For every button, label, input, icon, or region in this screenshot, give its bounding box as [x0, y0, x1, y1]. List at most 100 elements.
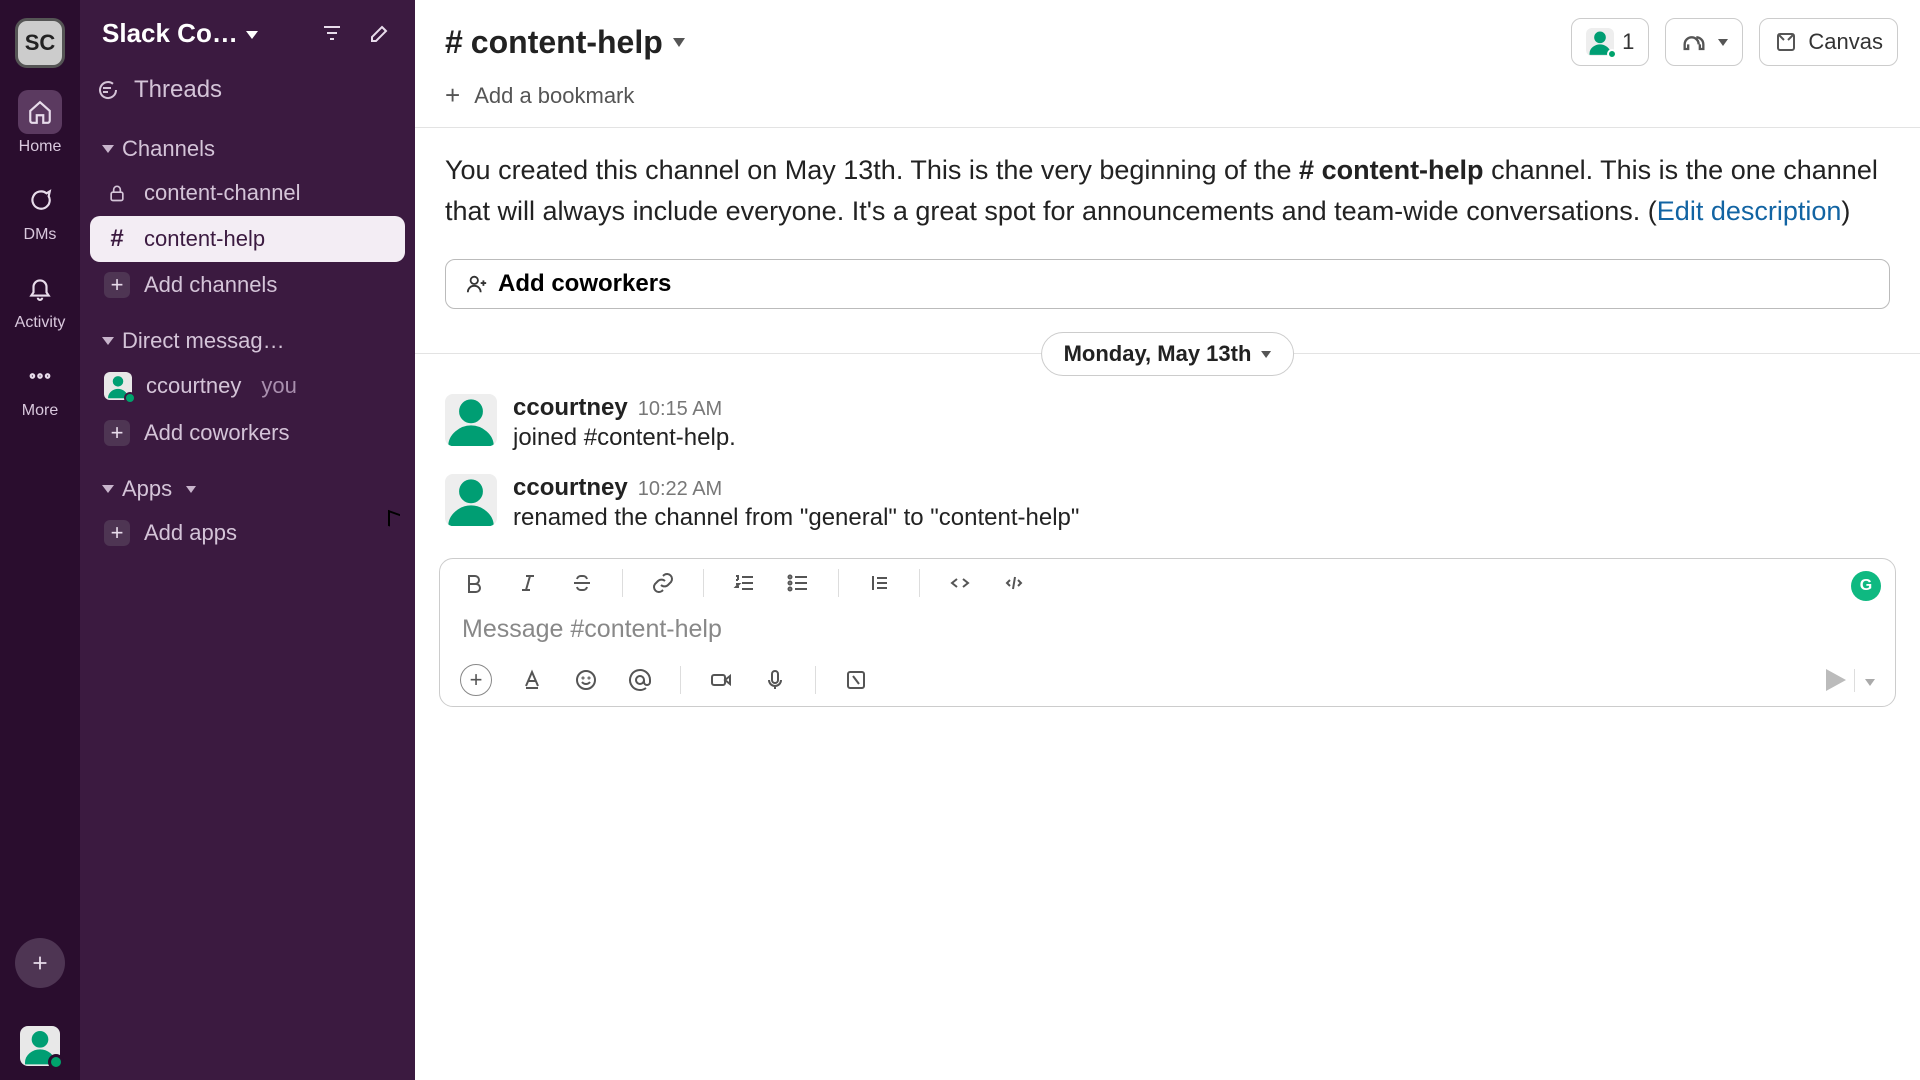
dm-you-label: you	[261, 373, 296, 399]
bullet-list-button[interactable]	[784, 569, 812, 597]
add-channels-label: Add channels	[144, 272, 277, 298]
channel-title[interactable]: #content-help	[445, 24, 685, 61]
dm-avatar	[104, 372, 132, 400]
avatar[interactable]	[445, 474, 497, 526]
plus-icon: +	[104, 520, 130, 546]
filter-button[interactable]	[313, 14, 351, 52]
message-row: ccourtney 10:22 AM renamed the channel fr…	[415, 468, 1920, 548]
grammarly-icon[interactable]: G	[1851, 571, 1881, 601]
main-panel: #content-help 1 Canvas + Add a bookmark Y…	[415, 0, 1920, 1080]
message-time: 10:22 AM	[638, 478, 723, 500]
dms-section-header[interactable]: Direct messag…	[90, 320, 405, 362]
send-button[interactable]	[1826, 669, 1875, 692]
hash-icon: #	[104, 226, 130, 252]
caret-down-icon	[102, 145, 114, 153]
channel-label: content-channel	[144, 180, 301, 206]
presence-indicator	[48, 1054, 64, 1070]
workspace-badge[interactable]: SC	[15, 18, 65, 68]
channels-section-label: Channels	[122, 136, 215, 162]
dm-ccourtney[interactable]: ccourtney you	[90, 362, 405, 410]
message-text: joined #content-help.	[513, 424, 736, 452]
apps-section-header[interactable]: Apps	[90, 468, 405, 510]
message-user[interactable]: ccourtney	[513, 394, 628, 421]
shortcut-button[interactable]	[842, 666, 870, 694]
huddle-button[interactable]	[1665, 18, 1743, 66]
rail-home[interactable]: Home	[18, 90, 62, 156]
caret-down-icon	[102, 485, 114, 493]
add-channels-button[interactable]: + Add channels	[90, 262, 405, 308]
rail-create-button[interactable]	[15, 938, 65, 988]
workspace-switcher[interactable]: Slack Co…	[102, 18, 303, 49]
chevron-down-icon	[1261, 351, 1271, 358]
add-coworkers-label: Add coworkers	[144, 420, 290, 446]
bold-button[interactable]	[460, 569, 488, 597]
rail-more-label: More	[22, 402, 58, 420]
hash-icon: #	[445, 24, 463, 61]
emoji-button[interactable]	[572, 666, 600, 694]
rail-more[interactable]: More	[18, 354, 62, 420]
attach-button[interactable]: +	[460, 664, 492, 696]
format-toggle-button[interactable]	[518, 666, 546, 694]
ordered-list-button[interactable]	[730, 569, 758, 597]
dms-section-label: Direct messag…	[122, 328, 285, 354]
chevron-down-icon	[186, 486, 196, 493]
add-coworkers-button[interactable]: Add coworkers	[445, 259, 1890, 309]
dm-name: ccourtney	[146, 373, 241, 399]
video-button[interactable]	[707, 666, 735, 694]
format-toolbar	[440, 559, 1895, 607]
avatar[interactable]	[445, 394, 497, 446]
add-bookmark-button[interactable]: + Add a bookmark	[445, 80, 1890, 111]
blockquote-button[interactable]	[865, 569, 893, 597]
add-apps-label: Add apps	[144, 520, 237, 546]
add-apps-button[interactable]: + Add apps	[90, 510, 405, 556]
chevron-down-icon	[1718, 39, 1728, 46]
add-coworkers-label: Add coworkers	[498, 270, 671, 298]
message-composer: G Message #content-help +	[439, 558, 1896, 707]
message-user[interactable]: ccourtney	[513, 474, 628, 501]
add-bookmark-label: Add a bookmark	[474, 83, 634, 109]
audio-button[interactable]	[761, 666, 789, 694]
send-icon	[1826, 669, 1846, 691]
threads-label: Threads	[134, 76, 222, 104]
rail-activity[interactable]: Activity	[15, 266, 66, 332]
codeblock-button[interactable]	[1000, 569, 1028, 597]
message-row: ccourtney10:15 AM joined #content-help.	[415, 388, 1920, 468]
message-text: renamed the channel from "general" to "c…	[513, 504, 1079, 532]
channel-content-help[interactable]: # content-help	[90, 216, 405, 262]
canvas-button[interactable]: Canvas	[1759, 18, 1898, 66]
send-options[interactable]	[1854, 669, 1875, 692]
plus-icon: +	[445, 80, 460, 111]
date-label: Monday, May 13th	[1064, 341, 1252, 367]
plus-icon: +	[104, 420, 130, 446]
compose-button[interactable]	[361, 14, 399, 52]
channel-content-channel[interactable]: content-channel	[90, 170, 405, 216]
canvas-label: Canvas	[1808, 29, 1883, 55]
member-count-button[interactable]: 1	[1571, 18, 1649, 66]
italic-button[interactable]	[514, 569, 542, 597]
rail-dms[interactable]: DMs	[18, 178, 62, 244]
channel-intro: You created this channel on May 13th. Th…	[415, 128, 1920, 253]
home-icon	[18, 90, 62, 134]
threads-link[interactable]: Threads	[80, 62, 415, 122]
channel-label: content-help	[144, 226, 265, 252]
plus-icon: +	[104, 272, 130, 298]
member-count: 1	[1622, 29, 1634, 55]
apps-section-label: Apps	[122, 476, 172, 502]
user-avatar[interactable]	[20, 1026, 60, 1066]
link-button[interactable]	[649, 569, 677, 597]
mention-button[interactable]	[626, 666, 654, 694]
strike-button[interactable]	[568, 569, 596, 597]
lock-icon	[104, 180, 130, 206]
code-button[interactable]	[946, 569, 974, 597]
date-jump-button[interactable]: Monday, May 13th	[1041, 332, 1295, 376]
rail-dms-label: DMs	[24, 226, 57, 244]
channels-section-header[interactable]: Channels	[90, 128, 405, 170]
app-rail: SC Home DMs Activity More	[0, 0, 80, 1080]
dm-icon	[18, 178, 62, 222]
sidebar: Slack Co… Threads Channels content-chann…	[80, 0, 415, 1080]
threads-icon	[94, 77, 120, 103]
message-input[interactable]: Message #content-help	[440, 607, 1895, 654]
edit-description-link[interactable]: Edit description	[1657, 196, 1842, 226]
channel-header: #content-help 1 Canvas	[415, 0, 1920, 76]
add-coworkers-button[interactable]: + Add coworkers	[90, 410, 405, 456]
